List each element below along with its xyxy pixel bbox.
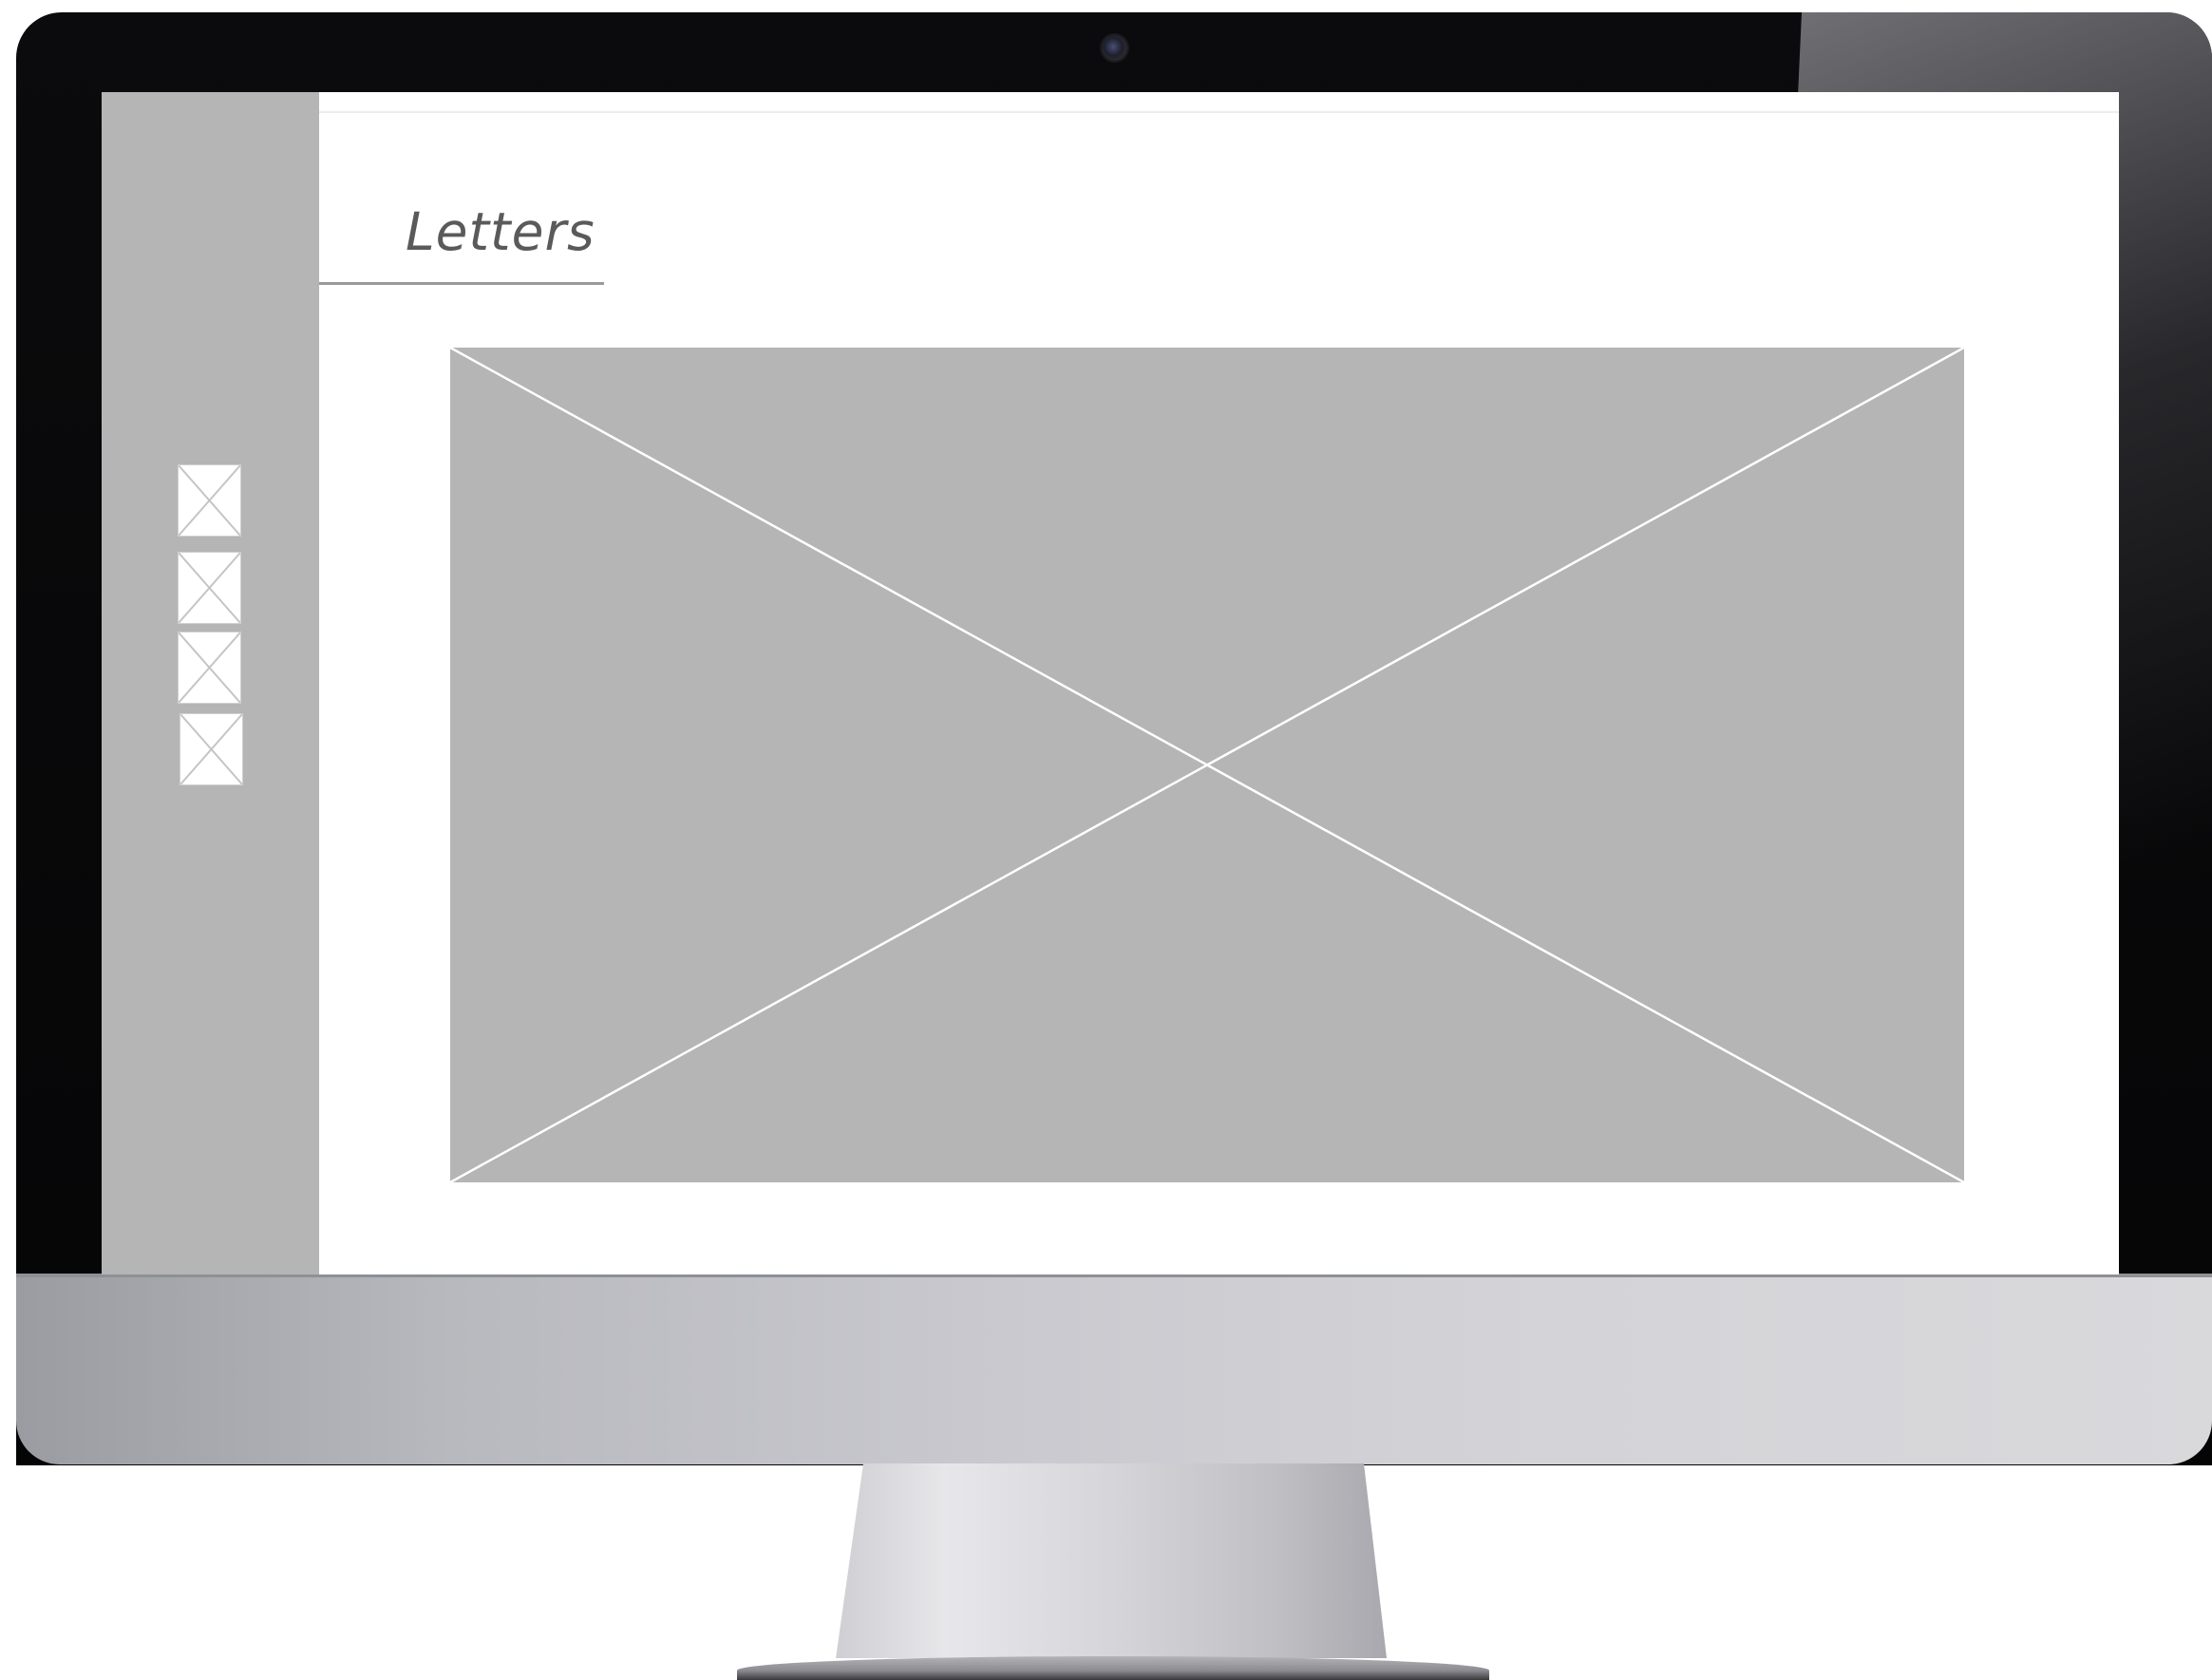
monitor-stand-base bbox=[737, 1656, 1489, 1680]
image-placeholder-icon bbox=[179, 465, 240, 536]
sidebar-thumbnail-4[interactable] bbox=[180, 713, 243, 785]
main-image-placeholder[interactable] bbox=[450, 348, 1964, 1182]
sidebar bbox=[102, 92, 319, 1274]
image-placeholder-icon bbox=[450, 348, 1964, 1182]
image-placeholder-icon bbox=[180, 714, 242, 784]
screen-top-divider bbox=[102, 111, 2119, 113]
screen: Letters bbox=[102, 92, 2119, 1274]
monitor-stand bbox=[836, 1463, 1387, 1658]
image-placeholder-icon bbox=[179, 632, 240, 703]
title-underline bbox=[319, 282, 604, 285]
page-title: Letters bbox=[406, 201, 596, 262]
sidebar-thumbnail-3[interactable] bbox=[178, 632, 241, 704]
sidebar-thumbnail-1[interactable] bbox=[178, 464, 241, 537]
webcam-icon bbox=[1102, 35, 1127, 61]
monitor-chin bbox=[16, 1274, 2212, 1464]
sidebar-thumbnail-2[interactable] bbox=[178, 552, 241, 624]
image-placeholder-icon bbox=[179, 553, 240, 623]
